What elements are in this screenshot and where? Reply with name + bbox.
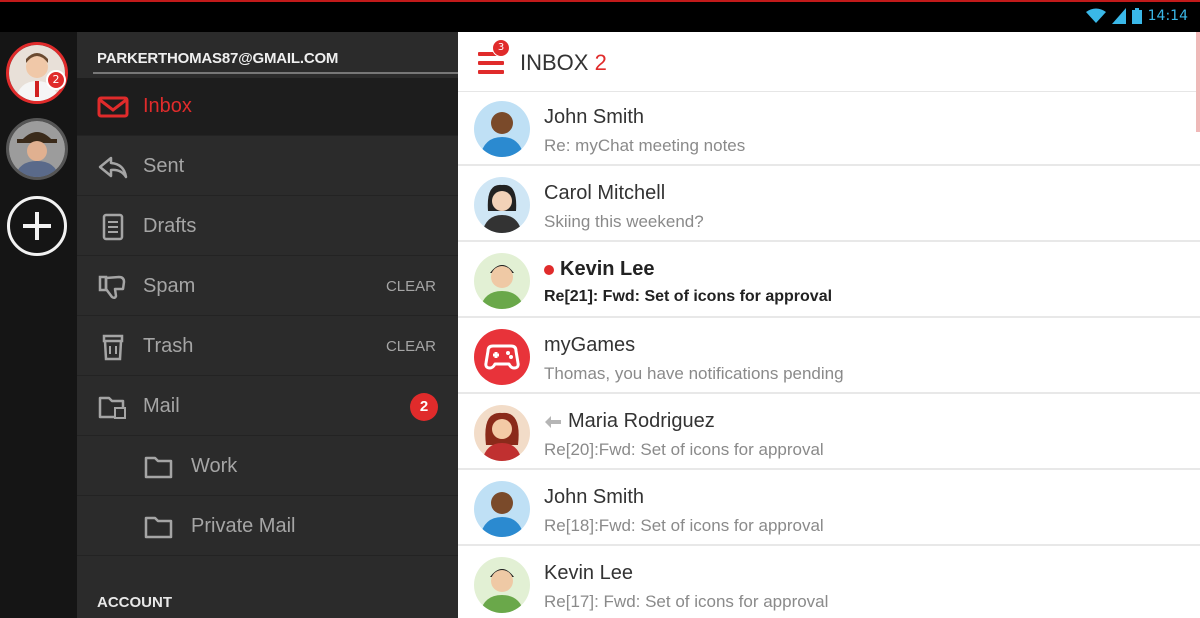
avatar	[474, 101, 530, 157]
message-sender: John Smith	[544, 486, 644, 509]
message-preview: Skiing this weekend?	[544, 212, 704, 231]
nav-label: Mail	[143, 395, 180, 417]
add-account-button[interactable]	[7, 196, 67, 256]
avatar	[474, 177, 530, 233]
sender-name: myGames	[544, 334, 636, 356]
nav-label: Private Mail	[191, 515, 296, 537]
drafts-icon	[102, 213, 124, 240]
nav-item-inbox[interactable]: Inbox	[77, 78, 458, 136]
message-row[interactable]: John Smith Re: myChat meeting notes	[458, 92, 1200, 166]
avatar	[474, 405, 530, 461]
nav-item-private-mail[interactable]: Private Mail	[77, 498, 458, 556]
signal-icon	[1111, 8, 1126, 24]
sender-name: Maria Rodriguez	[568, 410, 715, 432]
sender-name: John Smith	[544, 106, 645, 128]
message-preview: Re: myChat meeting notes	[544, 136, 746, 155]
wifi-icon	[1085, 8, 1106, 23]
message-sender: myGames	[544, 334, 635, 357]
sender-name: Kevin Lee	[544, 562, 633, 584]
status-time: 14:14	[1147, 8, 1188, 24]
message-preview: Re[18]:Fwd: Set of icons for approval	[544, 516, 824, 535]
inbox-header: 3 INBOX 2	[458, 32, 1200, 132]
navigation-drawer: PARKERTHOMAS87@GMAIL.COM Inbox Sent Draf…	[77, 32, 458, 618]
nav-label: Spam	[143, 275, 196, 297]
section-header-account: ACCOUNT	[97, 594, 172, 611]
inbox-unread-count: 2	[594, 50, 607, 75]
nav-item-sent[interactable]: Sent	[77, 138, 458, 196]
message-row[interactable]: Kevin Lee Re[17]: Fwd: Set of icons for …	[458, 548, 1200, 618]
nav-label: Trash	[143, 335, 194, 357]
nav-label: Drafts	[143, 215, 197, 237]
status-indicators: 14:14	[1085, 8, 1188, 24]
status-bar: 14:14	[0, 0, 1200, 32]
battery-icon	[1131, 8, 1142, 24]
gamepad-icon	[474, 329, 530, 385]
nav-item-work[interactable]: Work	[77, 438, 458, 496]
message-sender: Carol Mitchell	[544, 182, 665, 205]
folder-icon	[144, 516, 173, 538]
clear-trash-button[interactable]: CLEAR	[386, 338, 436, 355]
folder-icon	[144, 456, 173, 478]
sender-name: Kevin Lee	[560, 258, 655, 280]
nav-item-mail[interactable]: Mail 2	[77, 378, 458, 436]
message-sender: Maria Rodriguez	[544, 410, 715, 433]
nav-item-spam[interactable]: Spam CLEAR	[77, 258, 458, 316]
nav-label: Work	[191, 455, 238, 477]
trash-icon	[102, 334, 124, 360]
message-sender: John Smith	[544, 106, 644, 129]
avatar	[474, 481, 530, 537]
message-preview: Re[17]: Fwd: Set of icons for approval	[544, 592, 829, 611]
message-preview: Re[20]:Fwd: Set of icons for approval	[544, 440, 824, 459]
avatar	[9, 121, 65, 177]
divider	[93, 72, 458, 74]
inbox-panel: 3 INBOX 2 John Smith Re: myChat meeting …	[458, 32, 1200, 618]
message-sender: Kevin Lee	[544, 258, 654, 281]
account-email: PARKERTHOMAS87@GMAIL.COM	[97, 50, 339, 67]
unread-dot-icon	[544, 264, 554, 275]
nav-item-trash[interactable]: Trash CLEAR	[77, 318, 458, 376]
unread-count-badge: 2	[410, 392, 438, 421]
inbox-title-text: INBOX	[520, 50, 589, 75]
menu-notification-badge: 3	[492, 39, 510, 57]
nav-label: Sent	[143, 155, 185, 177]
message-row[interactable]: Carol Mitchell Skiing this weekend?	[458, 168, 1200, 242]
sender-name: John Smith	[544, 486, 645, 508]
message-row[interactable]: Kevin Lee Re[21]: Fwd: Set of icons for …	[458, 244, 1200, 318]
page-title: INBOX 2	[520, 50, 607, 76]
message-sender: Kevin Lee	[544, 562, 633, 585]
message-preview: Thomas, you have notifications pending	[544, 364, 844, 383]
nav-label: Inbox	[143, 95, 192, 117]
clear-spam-button[interactable]: CLEAR	[386, 278, 436, 295]
sender-name: Carol Mitchell	[544, 182, 666, 204]
avatar	[474, 557, 530, 613]
folder-icon	[98, 396, 126, 419]
nav-item-drafts[interactable]: Drafts	[77, 198, 458, 256]
replied-arrow-icon	[545, 415, 561, 428]
message-preview: Re[21]: Fwd: Set of icons for approval	[544, 288, 833, 305]
message-row[interactable]: John Smith Re[18]:Fwd: Set of icons for …	[458, 472, 1200, 546]
account-notification-badge: 2	[46, 70, 66, 90]
thumbs-down-icon	[98, 275, 126, 299]
account-avatar-secondary[interactable]	[6, 118, 68, 180]
account-rail: 2	[0, 32, 77, 618]
avatar	[474, 253, 530, 309]
envelope-icon	[97, 96, 129, 117]
message-row[interactable]: Maria Rodriguez Re[20]:Fwd: Set of icons…	[458, 396, 1200, 470]
reply-icon	[98, 156, 128, 178]
message-row[interactable]: myGames Thomas, you have notifications p…	[458, 320, 1200, 394]
